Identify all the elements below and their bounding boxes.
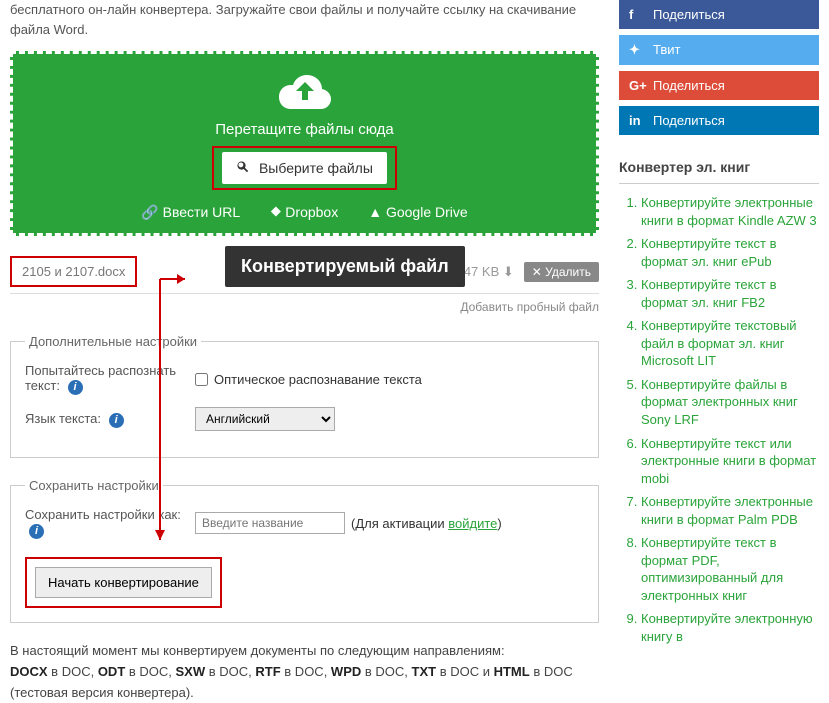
ocr-checkbox[interactable] <box>195 373 208 386</box>
info-icon[interactable]: i <box>29 524 44 539</box>
start-convert-button[interactable]: Начать конвертирование <box>35 567 212 598</box>
sidebar-list: Конвертируйте электронные книги в формат… <box>619 194 819 646</box>
enter-url-link[interactable]: 🔗 Ввести URL <box>141 204 240 221</box>
dropzone-links: 🔗 Ввести URL ⯁ Dropbox ▲ Google Drive <box>25 204 584 221</box>
save-legend: Сохранить настройки <box>25 478 163 493</box>
lang-select[interactable]: Английский <box>195 407 335 431</box>
file-row: 2105 и 2107.docx Конвертируемый файл 24.… <box>10 250 599 294</box>
intro-text: бесплатного он-лайн конвертера. Загружай… <box>10 0 599 39</box>
annotation-box-choose: Выберите файлы <box>212 146 397 190</box>
ocr-label: Попытайтесь распознать текст: i <box>25 363 195 395</box>
share-linkedin[interactable]: inПоделиться <box>619 106 819 135</box>
sidebar-item[interactable]: Конвертируйте текст в формат эл. книг FB… <box>641 277 776 310</box>
footer-text: В настоящий момент мы конвертируем докум… <box>10 641 599 703</box>
sidebar-item[interactable]: Конвертируйте электронную книгу в <box>641 611 813 644</box>
save-name-input[interactable] <box>195 512 345 534</box>
sidebar-item[interactable]: Конвертируйте электронные книги в формат… <box>641 494 813 527</box>
sidebar-item[interactable]: Конвертируйте текст или электронные книг… <box>641 436 816 486</box>
share-facebook[interactable]: fПоделиться <box>619 0 819 29</box>
save-hint: (Для активации войдите) <box>351 516 502 531</box>
annotation-box-start: Начать конвертирование <box>25 557 222 608</box>
link-icon: 🔗 <box>141 204 158 220</box>
upload-cloud-icon <box>278 72 332 112</box>
info-icon[interactable]: i <box>109 413 124 428</box>
annotation-tooltip: Конвертируемый файл <box>225 246 465 287</box>
choose-files-button[interactable]: Выберите файлы <box>222 152 387 184</box>
settings-legend: Дополнительные настройки <box>25 334 201 349</box>
dropbox-link[interactable]: ⯁ Dropbox <box>270 204 338 221</box>
download-icon: ⬇ <box>503 264 514 279</box>
twitter-icon: ✦ <box>629 42 645 58</box>
sidebar-item[interactable]: Конвертируйте текстовый файл в формат эл… <box>641 318 797 368</box>
sidebar-item[interactable]: Конвертируйте текст в формат PDF, оптими… <box>641 535 783 603</box>
gplus-icon: G+ <box>629 78 645 93</box>
additional-settings: Дополнительные настройки Попытайтесь рас… <box>10 334 599 458</box>
dropbox-icon: ⯁ <box>270 204 281 220</box>
gdrive-icon: ▲ <box>368 204 382 220</box>
sidebar-title: Конвертер эл. книг <box>619 151 819 184</box>
gdrive-link[interactable]: ▲ Google Drive <box>368 204 467 221</box>
linkedin-icon: in <box>629 113 645 128</box>
info-icon[interactable]: i <box>68 380 83 395</box>
lang-label: Язык текста: i <box>25 411 195 428</box>
sidebar-item[interactable]: Конвертируйте текст в формат эл. книг eP… <box>641 236 776 269</box>
save-as-label: Сохранить настройки как: i <box>25 507 195 539</box>
sidebar-item[interactable]: Конвертируйте электронные книги в формат… <box>641 195 817 228</box>
delete-button[interactable]: ✕ Удалить <box>524 262 599 282</box>
drag-text: Перетащите файлы сюда <box>25 121 584 138</box>
share-google[interactable]: G+Поделиться <box>619 71 819 100</box>
save-settings: Сохранить настройки Сохранить настройки … <box>10 478 599 623</box>
choose-files-label: Выберите файлы <box>259 160 373 176</box>
share-twitter[interactable]: ✦Твит <box>619 35 819 65</box>
ocr-checkbox-label: Оптическое распознавание текста <box>214 372 422 387</box>
file-name: 2105 и 2107.docx <box>10 256 137 287</box>
sidebar-item[interactable]: Конвертируйте файлы в формат электронных… <box>641 377 798 427</box>
add-more-link[interactable]: Добавить пробный файл <box>10 300 599 314</box>
dropzone[interactable]: Перетащите файлы сюда Выберите файлы 🔗 В… <box>10 51 599 236</box>
login-link[interactable]: войдите <box>448 516 497 531</box>
search-icon <box>236 160 253 176</box>
facebook-icon: f <box>629 7 645 22</box>
